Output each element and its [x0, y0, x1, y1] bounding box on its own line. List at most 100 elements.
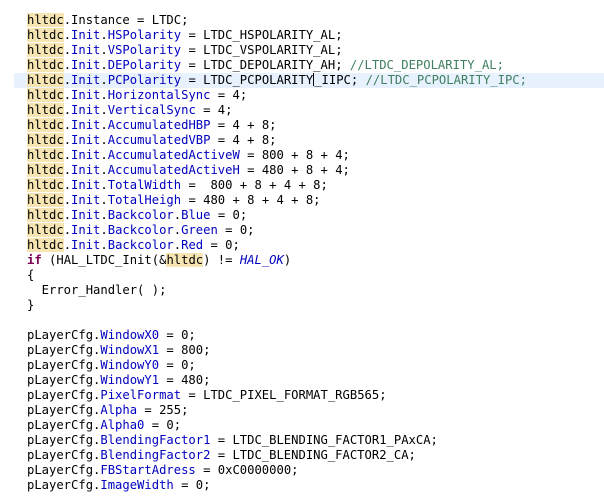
code-line[interactable]: hltdc.Init.TotalHeigh = 480 + 8 + 4 + 8;	[27, 193, 604, 208]
code-editor[interactable]: hltdc.Instance = LTDC; hltdc.Init.HSPolar…	[0, 0, 604, 499]
field-token: Alpha0	[100, 418, 145, 432]
field-token: AccumulatedVBP	[107, 133, 211, 147]
field-token: Init	[71, 223, 101, 237]
code-line[interactable]: hltdc.Init.AccumulatedHBP = 4 + 8;	[27, 118, 604, 133]
code-token: .	[100, 103, 108, 117]
field-token: Init	[71, 28, 101, 42]
identifier-highlight: hltdc	[27, 103, 64, 117]
code-token: pLayerCfg.	[27, 403, 101, 417]
field-token: VSPolarity	[107, 43, 182, 57]
code-token: .	[63, 28, 72, 42]
comment-token: //LTDC_PCPOLARITY_IPC;	[365, 73, 527, 87]
code-line[interactable]: pLayerCfg.BlendingFactor1 = LTDC_BLENDIN…	[27, 433, 604, 448]
identifier-highlight: hltdc	[166, 253, 204, 267]
code-line[interactable]: pLayerCfg.WindowY1 = 480;	[27, 373, 604, 388]
code-line[interactable]: Error_Handler( );	[27, 283, 604, 298]
comment-token: //LTDC_DEPOLARITY_AL;	[349, 58, 504, 72]
code-token: }	[27, 298, 35, 312]
code-token: pLayerCfg.	[27, 388, 101, 402]
code-line[interactable]: pLayerCfg.WindowY0 = 0;	[27, 358, 604, 373]
identifier-highlight: hltdc	[27, 43, 64, 57]
code-line[interactable]: pLayerCfg.WindowX0 = 0;	[27, 328, 604, 343]
code-line[interactable]: hltdc.Init.HSPolarity = LTDC_HSPOLARITY_…	[27, 28, 604, 43]
code-line[interactable]: hltdc.Init.VSPolarity = LTDC_VSPOLARITY_…	[27, 43, 604, 58]
code-token: .	[100, 28, 108, 42]
field-token: WindowY1	[100, 373, 160, 387]
identifier-highlight: hltdc	[27, 163, 64, 177]
field-token: Init	[71, 193, 101, 207]
code-line[interactable]: hltdc.Instance = LTDC;	[27, 13, 604, 28]
code-token: .	[100, 43, 108, 57]
code-token: ) !=	[203, 253, 240, 267]
code-token: .	[63, 88, 72, 102]
identifier-highlight: hltdc	[27, 88, 64, 102]
code-token: .	[63, 148, 72, 162]
code-token: = 4 + 8;	[210, 118, 277, 132]
code-line[interactable]: pLayerCfg.ImageWidth = 0;	[27, 478, 604, 493]
field-token: Init	[71, 103, 101, 117]
code-token: .	[63, 193, 72, 207]
code-line[interactable]: pLayerCfg.Alpha = 255;	[27, 403, 604, 418]
field-token: WindowX0	[100, 328, 160, 342]
field-token: TotalWidth	[107, 178, 182, 192]
keyword-token: if	[27, 253, 42, 267]
code-line[interactable]: hltdc.Init.HorizontalSync = 4;	[27, 88, 604, 103]
code-line[interactable]: hltdc.Init.Backcolor.Green = 0;	[27, 223, 604, 238]
code-line[interactable]: hltdc.Init.Backcolor.Blue = 0;	[27, 208, 604, 223]
code-line[interactable]: hltdc.Init.AccumulatedVBP = 4 + 8;	[27, 133, 604, 148]
field-token: Init	[71, 208, 101, 222]
code-token: .	[63, 73, 72, 87]
code-token: pLayerCfg.	[27, 358, 101, 372]
code-token: pLayerCfg.	[27, 448, 101, 462]
field-token: Backcolor	[107, 223, 174, 237]
code-line[interactable]: }	[27, 298, 604, 313]
field-token: Init	[71, 43, 101, 57]
field-token: HSPolarity	[107, 28, 182, 42]
code-token: .	[63, 58, 72, 72]
code-line[interactable]: {	[27, 268, 604, 283]
code-token: pLayerCfg.	[27, 328, 101, 342]
code-token: = 255;	[137, 403, 189, 417]
identifier-highlight: hltdc	[27, 238, 64, 252]
code-line[interactable]: hltdc.Init.VerticalSync = 4;	[27, 103, 604, 118]
code-token: = 4 + 8;	[210, 133, 277, 147]
code-line[interactable]: hltdc.Init.DEPolarity = LTDC_DEPOLARITY_…	[27, 58, 604, 73]
code-token: = LTDC_BLENDING_FACTOR1_PAxCA;	[210, 433, 438, 447]
code-line[interactable]: hltdc.Init.Backcolor.Red = 0;	[27, 238, 604, 253]
field-token: HorizontalSync	[107, 88, 211, 102]
code-token: = LTDC_PCPOLARITY	[181, 73, 314, 87]
code-line[interactable]: hltdc.Init.TotalWidth = 800 + 8 + 4 + 8;	[27, 178, 604, 193]
code-lines: hltdc.Instance = LTDC; hltdc.Init.HSPolar…	[14, 13, 604, 493]
code-line[interactable]: pLayerCfg.PixelFormat = LTDC_PIXEL_FORMA…	[27, 388, 604, 403]
code-token: .	[100, 133, 108, 147]
field-token: Init	[71, 148, 101, 162]
code-token: .	[63, 223, 72, 237]
code-token: pLayerCfg.	[27, 373, 101, 387]
code-line[interactable]	[27, 313, 604, 328]
field-token: PCPolarity	[107, 73, 182, 87]
code-line[interactable]: pLayerCfg.BlendingFactor2 = LTDC_BLENDIN…	[27, 448, 604, 463]
code-line[interactable]: pLayerCfg.Alpha0 = 0;	[27, 418, 604, 433]
code-line[interactable]: pLayerCfg.FBStartAdress = 0xC0000000;	[27, 463, 604, 478]
field-token: TotalHeigh	[107, 193, 182, 207]
code-token: .	[63, 178, 72, 192]
code-token: .	[100, 118, 108, 132]
field-token: Green	[181, 223, 218, 237]
code-token: .	[100, 208, 108, 222]
code-line-current[interactable]: hltdc.Init.PCPolarity = LTDC_PCPOLARITY_…	[14, 73, 604, 88]
code-token: pLayerCfg.	[27, 343, 101, 357]
field-token: WindowX1	[100, 343, 160, 357]
code-line[interactable]: hltdc.Init.AccumulatedActiveW = 800 + 8 …	[27, 148, 604, 163]
code-token: .	[63, 118, 72, 132]
identifier-highlight: hltdc	[27, 133, 64, 147]
code-line[interactable]: if (HAL_LTDC_Init(&hltdc) != HAL_OK)	[27, 253, 604, 268]
identifier-highlight: hltdc	[27, 178, 64, 192]
code-line[interactable]: hltdc.Init.AccumulatedActiveH = 480 + 8 …	[27, 163, 604, 178]
code-token: = 480;	[159, 373, 211, 387]
field-token: Init	[71, 88, 101, 102]
code-token: = 4;	[210, 88, 248, 102]
field-token: Red	[181, 238, 204, 252]
code-token: pLayerCfg.	[27, 463, 101, 477]
code-line[interactable]: pLayerCfg.WindowX1 = 800;	[27, 343, 604, 358]
field-token: Init	[71, 118, 101, 132]
